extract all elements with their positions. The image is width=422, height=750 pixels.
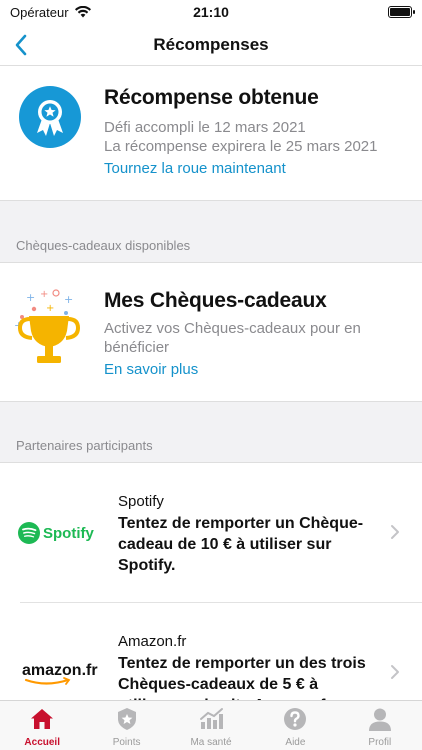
battery-icon bbox=[388, 6, 415, 18]
points-badge-icon bbox=[117, 708, 136, 730]
gift-cards-card[interactable]: + + + + + Mes Chèques-cadeaux Activez vo… bbox=[0, 262, 422, 402]
gift-cards-description: Activez vos Chèques-cadeaux pour en béné… bbox=[104, 320, 361, 356]
gift-cards-title: Mes Chèques-cadeaux bbox=[104, 289, 327, 312]
trophy-icon: + + + + + bbox=[14, 289, 81, 363]
status-left: Opérateur bbox=[10, 5, 91, 20]
page-title: Récompenses bbox=[153, 34, 269, 54]
reward-badge-icon bbox=[19, 86, 81, 148]
profile-icon bbox=[368, 708, 391, 731]
status-bar: Opérateur 21:10 bbox=[0, 0, 422, 24]
partner-offer: Tentez de remporter un des trois Chèques… bbox=[118, 655, 366, 702]
partners-list: Spotify Spotify Tentez de remporter un C… bbox=[0, 462, 422, 702]
tab-ma-sante[interactable]: Ma santé bbox=[169, 701, 253, 750]
carrier-label: Opérateur bbox=[10, 4, 69, 20]
spin-wheel-link[interactable]: Tournez la roue maintenant bbox=[104, 160, 286, 177]
tab-label: Points bbox=[112, 737, 141, 748]
tab-label: Profil bbox=[368, 737, 392, 748]
health-chart-icon bbox=[200, 708, 224, 729]
section-header-partners: Partenaires participants bbox=[16, 438, 153, 453]
partner-row-spotify[interactable]: Spotify Spotify Tentez de remporter un C… bbox=[0, 463, 422, 603]
spotify-logo: Spotify bbox=[18, 522, 94, 544]
reward-completed-date: Défi accompli le 12 mars 2021 bbox=[104, 119, 306, 136]
tab-bar: Accueil Points Ma santé Aide Profil bbox=[0, 700, 422, 750]
back-button[interactable] bbox=[8, 32, 34, 58]
learn-more-link[interactable]: En savoir plus bbox=[104, 361, 198, 378]
svg-text:+: + bbox=[46, 303, 54, 314]
partner-name: Spotify bbox=[118, 493, 164, 510]
svg-text:+: + bbox=[64, 293, 73, 306]
chevron-right-icon bbox=[391, 665, 399, 679]
tab-aide[interactable]: Aide bbox=[253, 701, 337, 750]
reward-expiry-date: La récompense expirera le 25 mars 2021 bbox=[104, 138, 378, 155]
navigation-bar: Récompenses bbox=[0, 24, 422, 66]
chevron-left-icon bbox=[15, 34, 27, 56]
chevron-right-icon bbox=[391, 525, 399, 539]
help-icon bbox=[284, 708, 307, 730]
partner-row-amazon[interactable]: amazon.fr Amazon.fr Tentez de remporter … bbox=[0, 603, 422, 702]
reward-card: Récompense obtenue Défi accompli le 12 m… bbox=[0, 66, 422, 201]
svg-text:+: + bbox=[26, 291, 35, 304]
wifi-icon bbox=[74, 6, 91, 18]
tab-points[interactable]: Points bbox=[84, 701, 168, 750]
amazon-logo: amazon.fr bbox=[22, 662, 98, 685]
home-icon bbox=[31, 709, 54, 729]
svg-text:+: + bbox=[40, 289, 48, 300]
partner-offer: Tentez de remporter un Chèque-cadeau de … bbox=[118, 515, 364, 574]
amazon-logo-text: amazon.fr bbox=[22, 662, 98, 679]
tab-accueil[interactable]: Accueil bbox=[0, 701, 84, 750]
tab-label: Accueil bbox=[24, 737, 60, 748]
tab-label: Aide bbox=[285, 737, 306, 748]
tab-profil[interactable]: Profil bbox=[338, 701, 422, 750]
spotify-logo-text: Spotify bbox=[43, 525, 94, 542]
partner-name: Amazon.fr bbox=[118, 633, 187, 650]
reward-title: Récompense obtenue bbox=[104, 86, 319, 109]
tab-label: Ma santé bbox=[190, 737, 232, 748]
section-header-gift-cards: Chèques-cadeaux disponibles bbox=[16, 238, 191, 253]
